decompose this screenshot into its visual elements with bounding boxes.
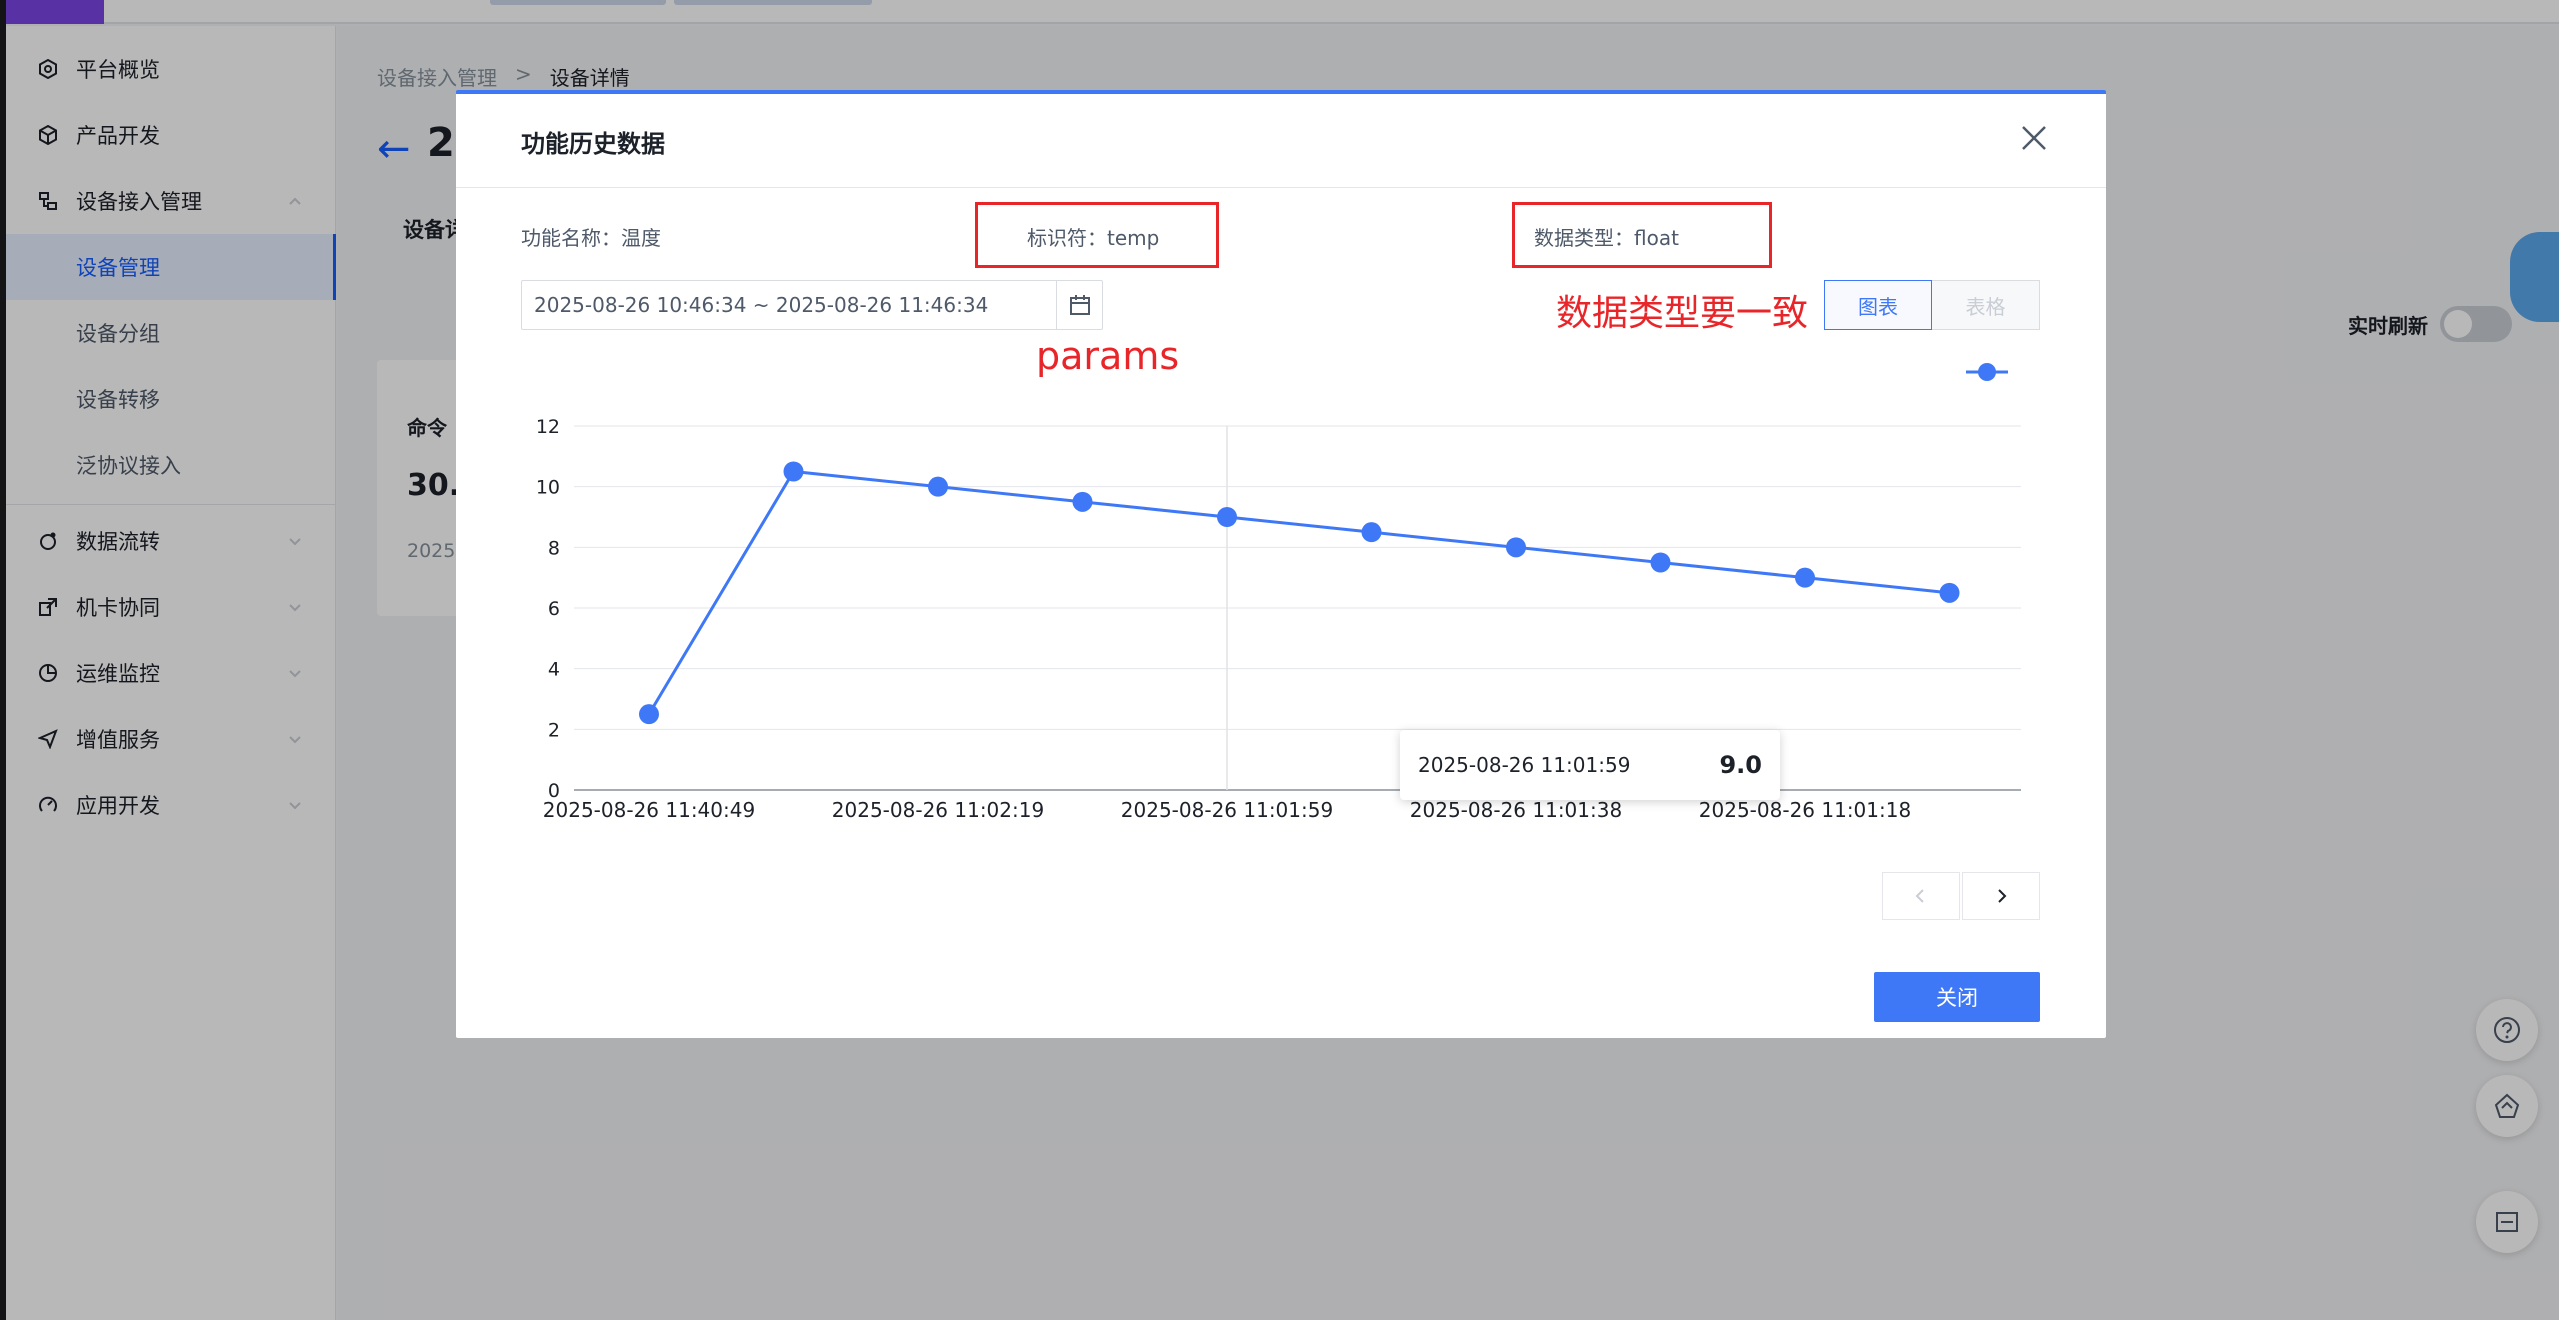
next-page-button[interactable] — [1962, 872, 2040, 920]
chevron-left-icon — [1915, 889, 1924, 903]
y-tick-label: 10 — [536, 477, 560, 499]
x-tick-label: 2025-08-26 11:02:19 — [832, 798, 1044, 822]
y-tick-label: 4 — [548, 659, 560, 681]
y-tick-label: 8 — [548, 537, 560, 559]
x-tick-label: 2025-08-26 11:01:18 — [1699, 798, 1911, 822]
close-button[interactable]: 关闭 — [1874, 972, 2040, 1022]
y-tick-label: 2 — [548, 719, 560, 741]
history-line-chart: 0246810122025-08-26 11:40:49 2025-08-26 1… — [536, 363, 2021, 822]
data-point — [1939, 582, 1960, 603]
chart-tooltip: 2025-08-26 11:01:59 9.0 — [1400, 730, 1780, 800]
history-data-modal: 功能历史数据 功能名称：温度 标识符：temp 数据类型：float 2025-… — [456, 90, 2106, 1038]
data-point — [1506, 537, 1526, 558]
legend-marker — [1978, 363, 1996, 381]
series-line — [647, 469, 1950, 715]
tooltip-time: 2025-08-26 11:01:59 — [1418, 753, 1631, 777]
y-tick-label: 6 — [548, 598, 560, 620]
data-point — [1072, 491, 1093, 512]
x-tick-label: 2025-08-26 11:40:49 — [543, 798, 755, 822]
data-point — [1217, 507, 1237, 527]
data-point — [1795, 567, 1815, 588]
chevron-right-icon — [1998, 889, 2007, 903]
tooltip-value: 9.0 — [1719, 751, 1762, 779]
data-point — [639, 704, 659, 725]
prev-page-button[interactable] — [1882, 872, 1960, 920]
y-tick-label: 12 — [536, 416, 560, 438]
data-point — [1361, 522, 1382, 543]
data-point — [1650, 552, 1671, 573]
data-point — [928, 476, 948, 497]
x-tick-label: 2025-08-26 11:01:38 — [1410, 798, 1622, 822]
x-tick-label: 2025-08-26 11:01:59 — [1121, 798, 1333, 822]
data-point — [783, 461, 804, 482]
